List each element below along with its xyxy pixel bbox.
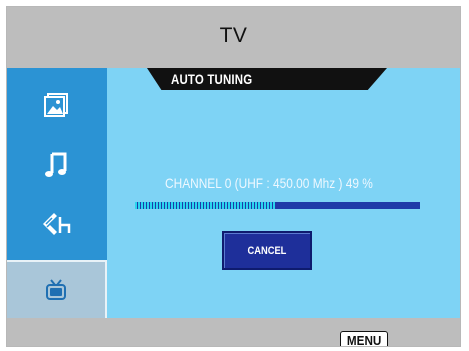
sidebar-item-music[interactable]	[7, 136, 107, 194]
tv-screen: TV AUTO TUNING CHANNEL 0 (UHF: 450.00 M…	[6, 6, 461, 347]
tuning-progress-bar	[135, 202, 420, 209]
top-bar: TV	[7, 7, 460, 68]
auto-tuning-panel: AUTO TUNING CHANNEL 0 (UHF : 450.00 Mhz …	[107, 68, 460, 318]
cancel-button-label: CANCEL	[247, 244, 287, 257]
page-title: TV	[219, 24, 248, 47]
menu-button-label: MENU	[346, 332, 382, 347]
bottom-bar: MENU	[7, 318, 460, 347]
tv-icon	[46, 279, 66, 300]
progress-fill	[135, 202, 275, 209]
tuning-status-text: CHANNEL 0 (UHF : 450.00 Mhz ) 49 %	[165, 175, 373, 191]
dialog-title: AUTO TUNING	[171, 71, 253, 87]
sidebar-item-movie[interactable]	[7, 194, 107, 252]
sidebar-item-photo[interactable]	[7, 76, 107, 134]
sidebar-item-tv[interactable]	[7, 260, 107, 318]
sidebar	[7, 68, 107, 318]
movie-icon	[43, 213, 71, 235]
music-note-icon	[45, 152, 67, 177]
cancel-button[interactable]: CANCEL	[222, 231, 312, 270]
menu-button[interactable]: MENU	[340, 331, 389, 347]
photo-icon	[44, 93, 68, 117]
